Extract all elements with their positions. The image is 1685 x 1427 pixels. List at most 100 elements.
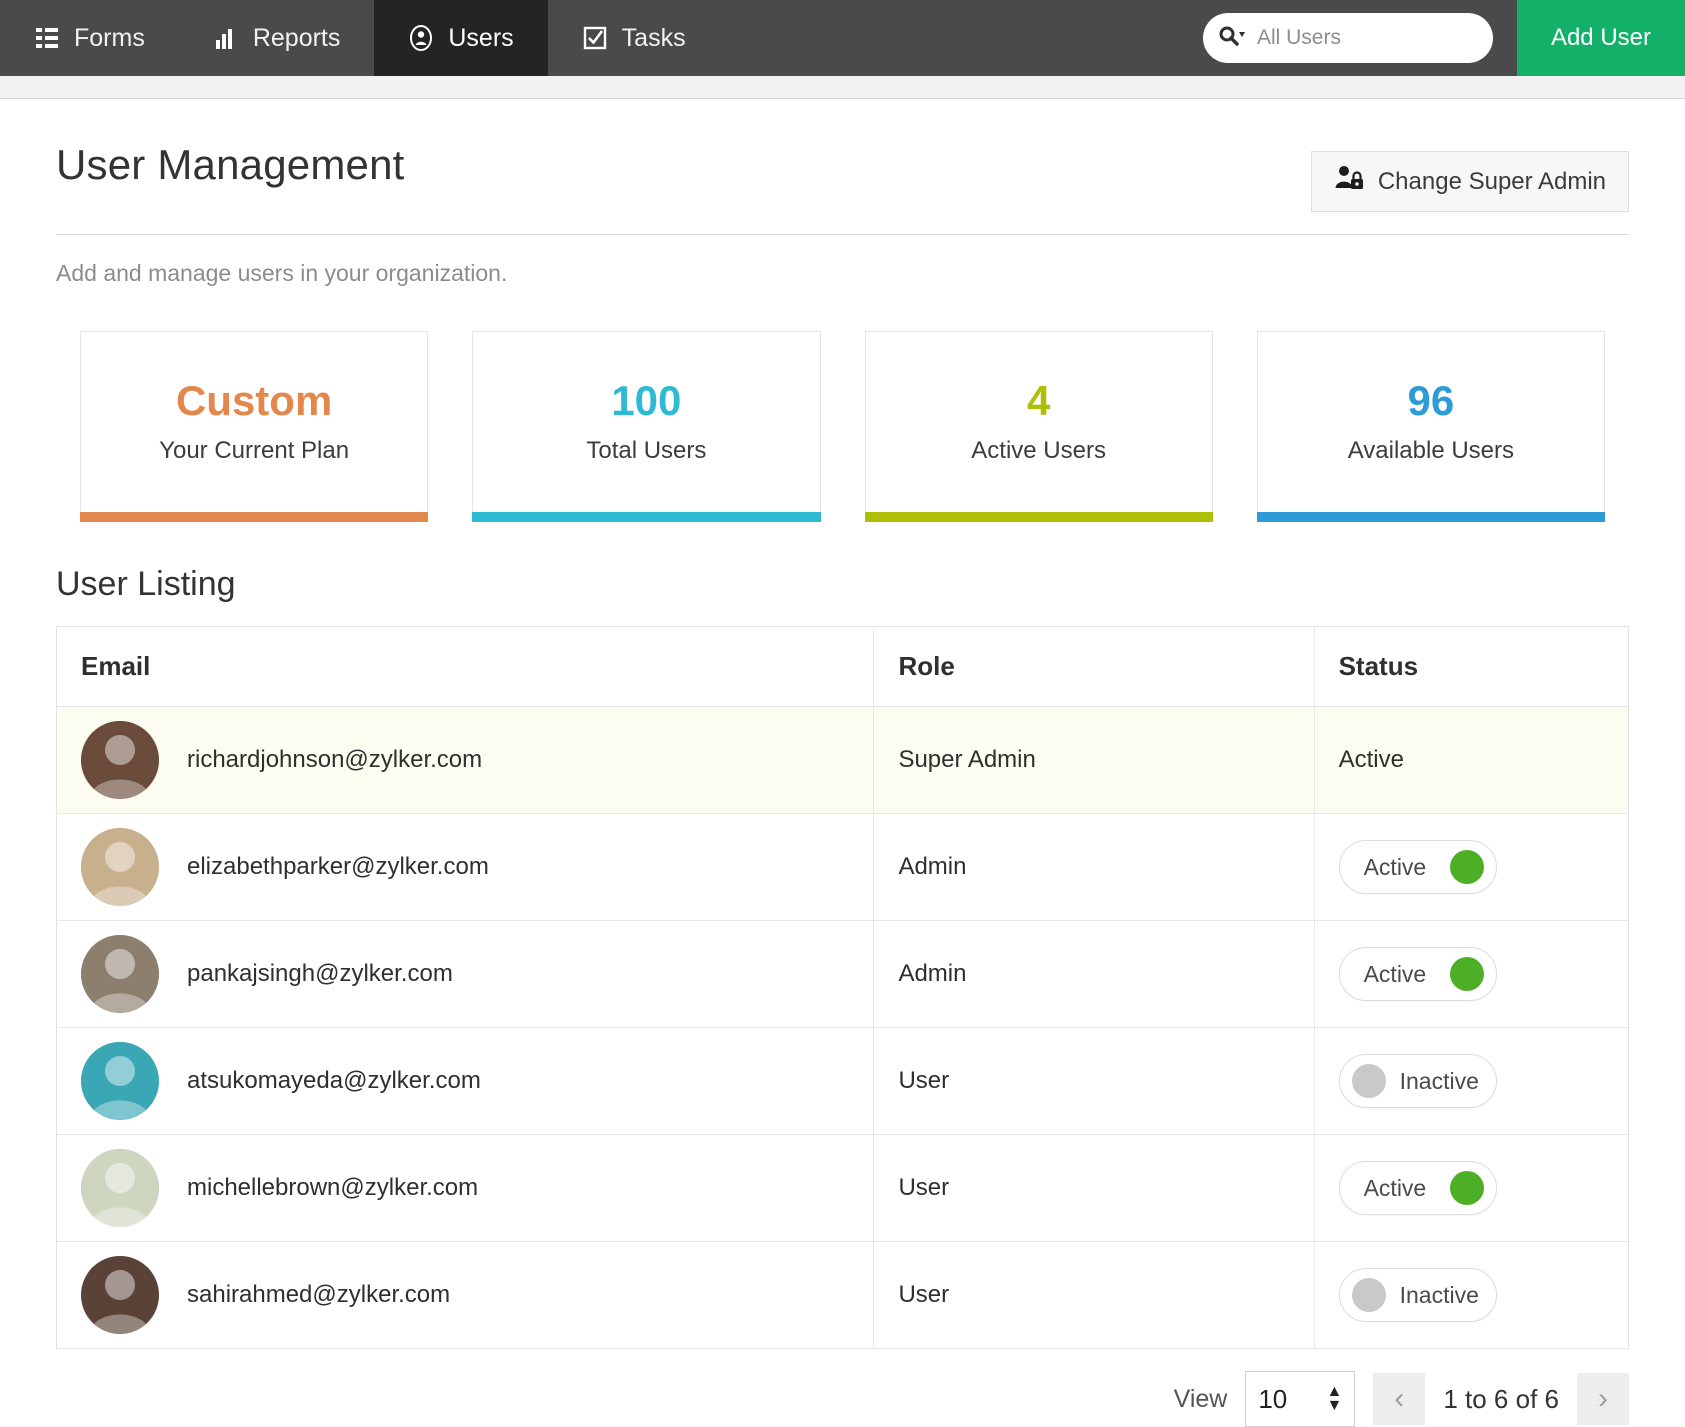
status-toggle[interactable]: Active [1339,947,1497,1001]
user-circle-icon [408,25,434,51]
stat-card-plan-bar [80,512,428,522]
user-listing-table: Email Role Status richardjohnson@zylker.… [56,626,1629,1349]
nav-item-forms[interactable]: Forms [0,0,179,76]
avatar [81,1256,159,1334]
status-toggle[interactable]: Active [1339,840,1497,894]
stepper-arrows-icon[interactable]: ▲▼ [1327,1387,1343,1410]
change-super-admin-button[interactable]: Change Super Admin [1311,151,1629,212]
column-header-email[interactable]: Email [57,627,874,707]
change-super-admin-label: Change Super Admin [1378,168,1606,196]
list-icon [34,25,60,51]
user-email: pankajsingh@zylker.com [187,960,453,988]
cell-email: pankajsingh@zylker.com [57,921,874,1028]
stat-card-plan: Custom Your Current Plan [80,331,428,513]
user-email: michellebrown@zylker.com [187,1174,478,1202]
nav-item-users[interactable]: Users [374,0,547,76]
cell-role: Admin [874,814,1314,921]
stat-card-plan-value: Custom [176,379,332,423]
user-lock-icon [1334,164,1364,199]
column-header-role[interactable]: Role [874,627,1314,707]
add-user-button[interactable]: Add User [1517,0,1685,76]
cell-role: User [874,1028,1314,1135]
previous-page-button[interactable]: ‹ [1373,1373,1425,1425]
stat-card-available-users-value: 96 [1408,379,1455,423]
nav-item-tasks[interactable]: Tasks [548,0,720,76]
nav-item-forms-label: Forms [74,24,145,53]
stat-card-available-users-label: Available Users [1348,437,1514,465]
page-size-value: 10 [1258,1384,1287,1415]
nav-item-reports-label: Reports [253,24,341,53]
avatar [81,935,159,1013]
table-row[interactable]: richardjohnson@zylker.com Super AdminActi… [57,707,1629,814]
top-navigation-bar: Forms Reports Users Tasks [0,0,1685,76]
cell-status: Active [1314,707,1628,814]
table-row[interactable]: michellebrown@zylker.com User Active [57,1135,1629,1242]
header-divider [56,234,1629,235]
stat-card-active-users-bar [865,512,1213,522]
view-label: View [1174,1385,1228,1414]
table-row[interactable]: atsukomayeda@zylker.com User Inactive [57,1028,1629,1135]
stat-card-active-users-label: Active Users [971,437,1106,465]
cell-email: richardjohnson@zylker.com [57,707,874,814]
toggle-knob-icon [1352,1278,1386,1312]
status-toggle[interactable]: Active [1339,1161,1497,1215]
checkbox-icon [582,25,608,51]
column-header-status[interactable]: Status [1314,627,1628,707]
nav-item-users-label: Users [448,24,513,53]
table-header-row: Email Role Status [57,627,1629,707]
cell-status: Active [1314,921,1628,1028]
avatar [81,721,159,799]
user-email: sahirahmed@zylker.com [187,1281,450,1309]
cell-email: michellebrown@zylker.com [57,1135,874,1242]
cell-role: User [874,1135,1314,1242]
next-page-button[interactable]: › [1577,1373,1629,1425]
status-toggle[interactable]: Inactive [1339,1268,1497,1322]
cell-status: Active [1314,1135,1628,1242]
stat-card-available-users-bar [1257,512,1605,522]
nav-item-reports[interactable]: Reports [179,0,375,76]
status-toggle[interactable]: Inactive [1339,1054,1497,1108]
page-gap [0,76,1685,98]
bar-chart-icon [213,25,239,51]
cell-role: User [874,1242,1314,1349]
toggle-knob-icon [1450,850,1484,884]
stat-card-total-users-value: 100 [611,379,681,423]
search-input[interactable] [1255,25,1479,51]
page-header: User Management Change Super Admin [56,99,1629,212]
cell-email: atsukomayeda@zylker.com [57,1028,874,1135]
cell-status: Active [1314,814,1628,921]
cell-email: elizabethparker@zylker.com [57,814,874,921]
search-dropdown-icon[interactable] [1217,24,1247,53]
table-row[interactable]: pankajsingh@zylker.comAdminActive [57,921,1629,1028]
stat-card-plan-label: Your Current Plan [159,437,349,465]
stat-card-active-users-value: 4 [1027,379,1050,423]
stat-card-total-users-label: Total Users [586,437,706,465]
search-box[interactable] [1203,13,1493,63]
stat-card-available-users: 96 Available Users [1257,331,1605,513]
status-toggle-label: Inactive [1400,1282,1479,1309]
toggle-knob-icon [1352,1064,1386,1098]
stat-card-total-users: 100 Total Users [472,331,820,513]
stat-card-active-users: 4 Active Users [865,331,1213,513]
chevron-right-icon: › [1598,1382,1608,1416]
stat-card-total-users-bar [472,512,820,522]
user-email: atsukomayeda@zylker.com [187,1067,481,1095]
user-listing-title: User Listing [56,565,1629,604]
avatar [81,1042,159,1120]
avatar [81,828,159,906]
stat-cards: Custom Your Current Plan 100 Total Users… [56,331,1629,513]
toggle-knob-icon [1450,1171,1484,1205]
page-size-stepper[interactable]: 10 ▲▼ [1245,1371,1355,1427]
page-subtitle: Add and manage users in your organizatio… [56,260,1629,287]
cell-email: sahirahmed@zylker.com [57,1242,874,1349]
user-email: richardjohnson@zylker.com [187,746,482,774]
cell-status: Inactive [1314,1242,1628,1349]
status-toggle-label: Active [1352,1175,1427,1202]
user-email: elizabethparker@zylker.com [187,853,489,881]
toggle-knob-icon [1450,957,1484,991]
table-row[interactable]: elizabethparker@zylker.com Admin Active [57,814,1629,921]
table-body: richardjohnson@zylker.comSuper AdminActi… [57,707,1629,1349]
cell-role: Super Admin [874,707,1314,814]
status-toggle-label: Active [1352,961,1427,988]
table-row[interactable]: sahirahmed@zylker.com User Inactive [57,1242,1629,1349]
